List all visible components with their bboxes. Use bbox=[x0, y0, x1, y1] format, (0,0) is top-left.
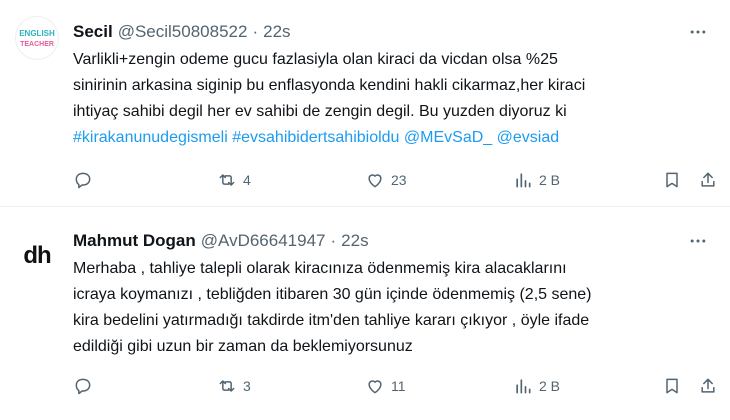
tweet-text: Merhaba , tahliye talepli olarak kiracın… bbox=[73, 260, 592, 355]
timestamp[interactable]: 22s bbox=[263, 22, 290, 42]
tweet-actions: 3 11 2 B bbox=[73, 374, 720, 398]
views-button[interactable]: 2 B bbox=[513, 168, 560, 192]
tweet-body: Varlikli+zengin odeme gucu fazlasiyla ol… bbox=[73, 51, 586, 120]
share-icon bbox=[701, 378, 715, 393]
bookmark-icon bbox=[666, 172, 678, 188]
reply-button[interactable] bbox=[73, 374, 99, 398]
avatar-logo: dh bbox=[23, 242, 52, 269]
like-button[interactable]: 11 bbox=[365, 374, 406, 398]
mention-link[interactable]: @evsiad bbox=[497, 129, 560, 146]
svg-text:TEACHER: TEACHER bbox=[20, 41, 54, 48]
separator-dot: · bbox=[252, 22, 259, 41]
reply-button[interactable] bbox=[73, 168, 99, 192]
retweet-button[interactable]: 4 bbox=[217, 168, 251, 192]
tweet-header: Secil @Secil50808522 · 22s bbox=[73, 20, 710, 44]
retweet-button[interactable]: 3 bbox=[217, 374, 251, 398]
svg-text:dh: dh bbox=[23, 242, 51, 269]
reply-icon bbox=[75, 378, 91, 395]
avatar-logo: ENGLISH TEACHER bbox=[19, 29, 55, 48]
tweet-header: Mahmut Dogan @AvD66641947 · 22s bbox=[73, 229, 710, 253]
share-icon bbox=[701, 172, 715, 187]
tweet[interactable]: dh Mahmut Dogan @AvD66641947 · 22s Merha… bbox=[0, 207, 730, 420]
retweet-icon bbox=[219, 380, 235, 392]
like-icon bbox=[368, 174, 382, 188]
share-button[interactable] bbox=[698, 168, 718, 192]
more-icon[interactable] bbox=[686, 20, 710, 44]
author-handle[interactable]: @Secil50808522 bbox=[118, 22, 248, 42]
timestamp[interactable]: 22s bbox=[341, 231, 368, 251]
views-icon bbox=[516, 379, 531, 394]
tweet-text: Varlikli+zengin odeme gucu fazlasiyla ol… bbox=[73, 47, 712, 151]
author-name[interactable]: Mahmut Dogan bbox=[73, 231, 196, 251]
like-icon bbox=[368, 380, 382, 394]
views-button[interactable]: 2 B bbox=[513, 374, 560, 398]
author-handle[interactable]: @AvD66641947 bbox=[201, 231, 326, 251]
hashtag-line: #kirakanunudegismeli #evsahibidertsahibi… bbox=[73, 129, 559, 146]
bookmark-icon bbox=[666, 378, 678, 394]
mention-link[interactable]: @MEvSaD_ bbox=[404, 129, 492, 146]
share-button[interactable] bbox=[698, 374, 718, 398]
separator-dot: · bbox=[330, 231, 337, 250]
more-icon[interactable] bbox=[686, 229, 710, 253]
tweet-actions: 4 23 2 B bbox=[73, 168, 720, 192]
reply-icon bbox=[75, 172, 91, 189]
avatar[interactable]: dh bbox=[15, 232, 59, 276]
author-name[interactable]: Secil bbox=[73, 22, 113, 42]
hashtag-link[interactable]: #kirakanunudegismeli bbox=[73, 129, 228, 146]
views-icon bbox=[516, 173, 531, 188]
bookmark-button[interactable] bbox=[662, 374, 682, 398]
like-button[interactable]: 23 bbox=[365, 168, 407, 192]
retweet-icon bbox=[219, 174, 235, 186]
tweet[interactable]: ENGLISH TEACHER Secil @Secil50808522 · 2… bbox=[0, 0, 730, 207]
hashtag-link[interactable]: #evsahibidertsahibioldu bbox=[232, 129, 399, 146]
bookmark-button[interactable] bbox=[662, 168, 682, 192]
avatar[interactable]: ENGLISH TEACHER bbox=[15, 16, 59, 60]
svg-text:ENGLISH: ENGLISH bbox=[19, 29, 55, 38]
